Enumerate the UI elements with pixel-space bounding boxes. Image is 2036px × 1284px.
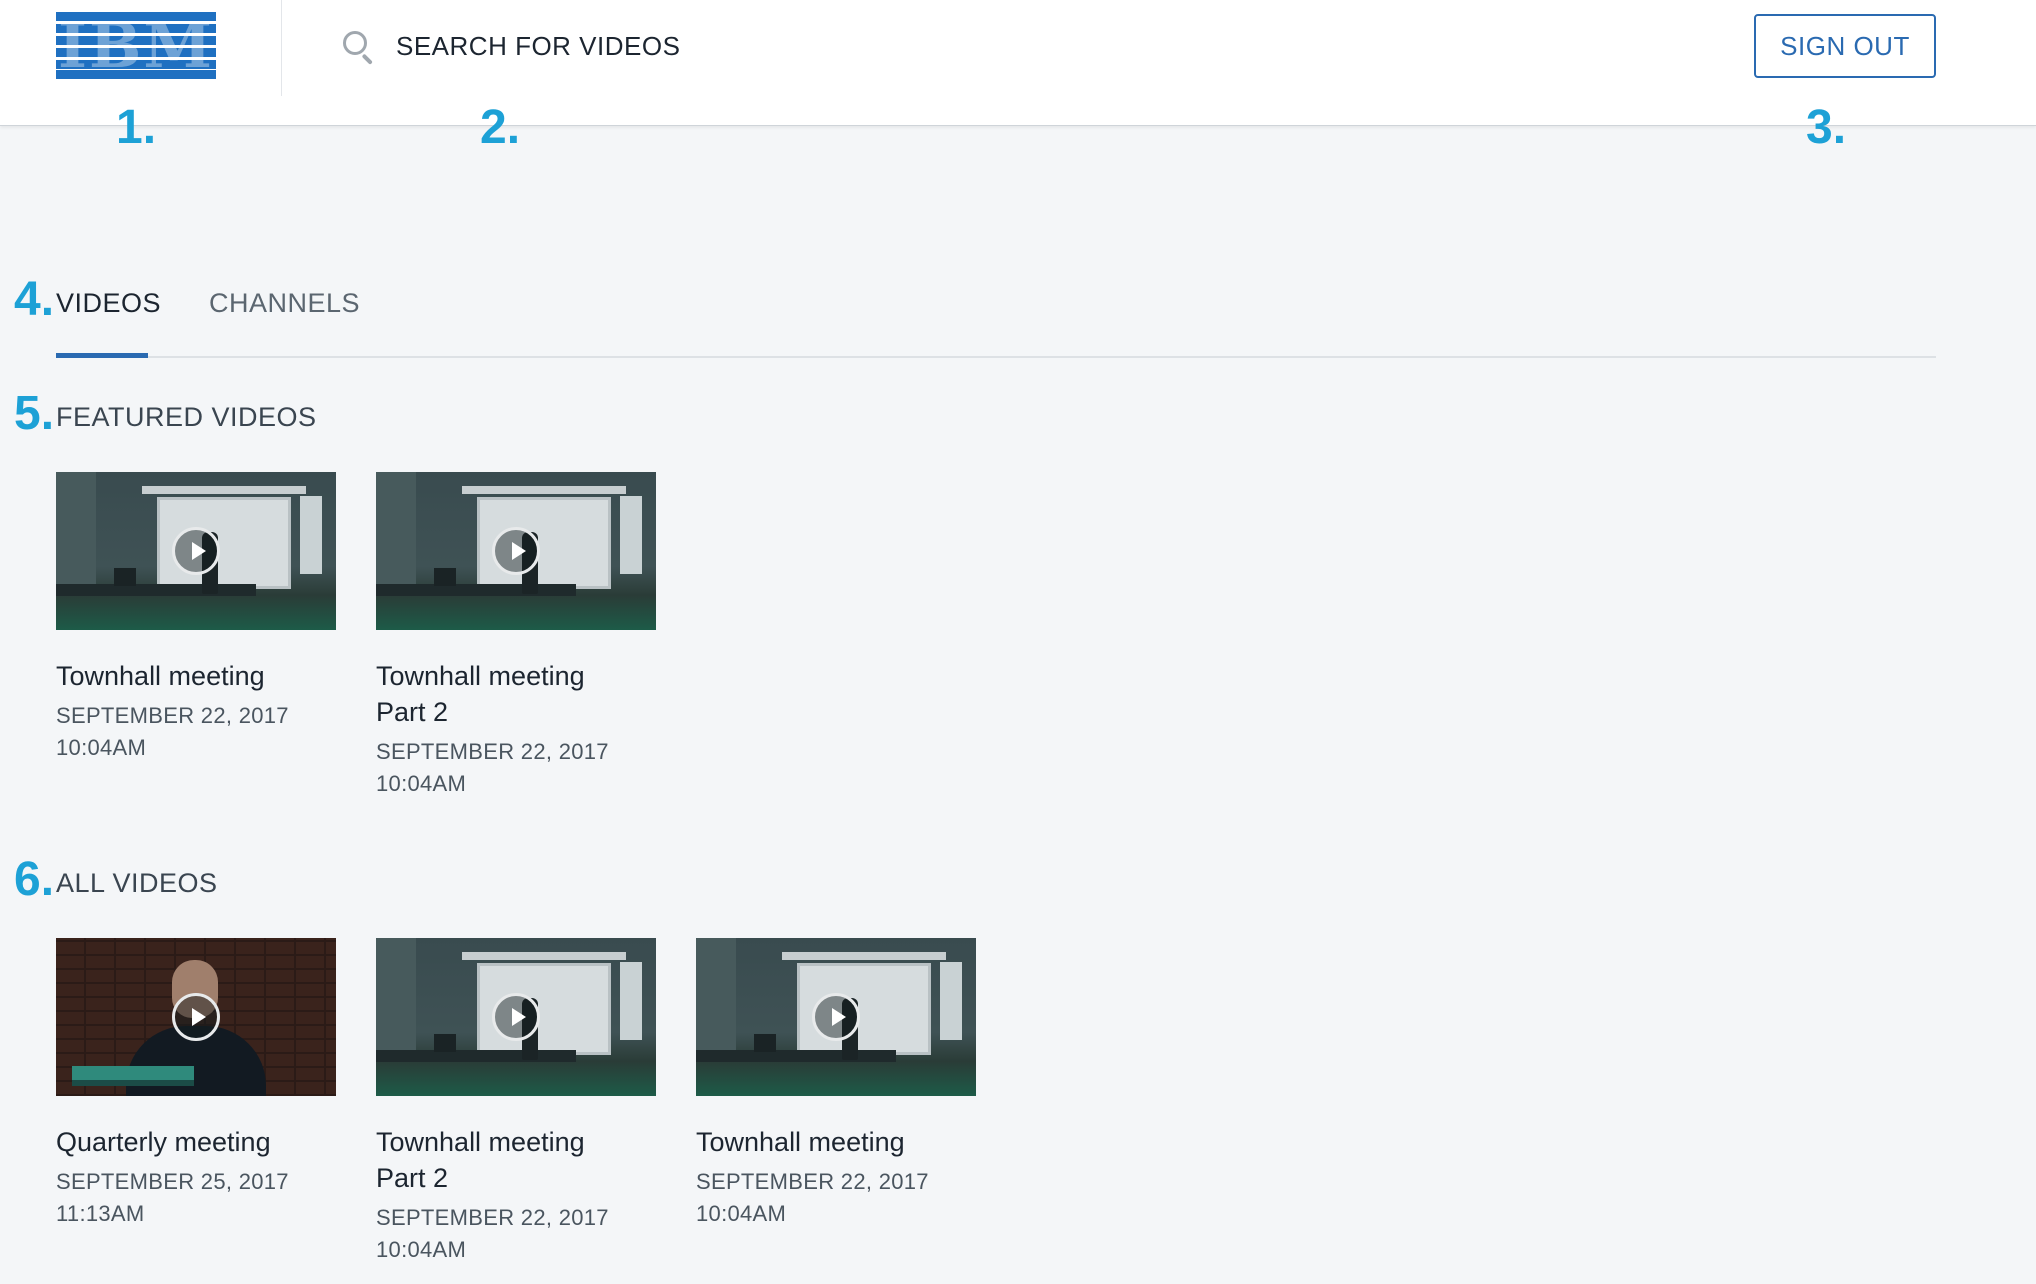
video-card[interactable]: Quarterly meeting SEPTEMBER 25, 2017 11:… [56,938,336,1230]
video-card[interactable]: Townhall meeting SEPTEMBER 22, 2017 10:0… [56,472,336,764]
tab-channels[interactable]: CHANNELS [209,288,360,319]
ibm-logo[interactable]: IBM [56,9,216,82]
video-date: SEPTEMBER 22, 2017 10:04AM [696,1166,936,1230]
sign-out-button[interactable]: SIGN OUT [1754,14,1936,78]
video-date: SEPTEMBER 22, 2017 10:04AM [376,1202,616,1266]
featured-videos-heading: FEATURED VIDEOS [56,402,317,432]
all-videos-heading: ALL VIDEOS [56,868,218,898]
active-tab-indicator [56,353,148,358]
video-date: SEPTEMBER 22, 2017 10:04AM [376,736,616,800]
video-thumbnail[interactable] [56,472,336,630]
video-title[interactable]: Townhall meeting Part 2 [376,658,616,730]
play-icon[interactable] [492,527,540,575]
video-date: SEPTEMBER 25, 2017 11:13AM [56,1166,296,1230]
search-input[interactable] [396,30,996,62]
video-time-text: 10:04AM [696,1201,787,1226]
annotation-1: 1. [116,101,157,154]
annotation-5: 5. [14,387,55,440]
video-thumbnail[interactable] [56,938,336,1096]
video-date-text: SEPTEMBER 22, 2017 [696,1169,929,1194]
video-thumbnail[interactable] [376,938,656,1096]
video-time-text: 11:13AM [56,1201,145,1226]
video-date-text: SEPTEMBER 25, 2017 [56,1169,289,1194]
video-card[interactable]: Townhall meeting Part 2 SEPTEMBER 22, 20… [376,938,656,1266]
play-icon[interactable] [812,993,860,1041]
play-icon[interactable] [172,527,220,575]
play-icon[interactable] [172,993,220,1041]
search-bar[interactable] [340,26,996,66]
video-card[interactable]: Townhall meeting SEPTEMBER 22, 2017 10:0… [696,938,976,1230]
video-title[interactable]: Quarterly meeting [56,1124,296,1160]
video-title[interactable]: Townhall meeting [56,658,296,694]
annotation-2: 2. [480,101,521,154]
video-time-text: 10:04AM [376,1237,467,1262]
annotation-6: 6. [14,853,55,906]
logo-wordmark: IBM [57,9,215,82]
video-thumbnail[interactable] [376,472,656,630]
search-icon[interactable] [340,28,376,65]
video-card[interactable]: Townhall meeting Part 2 SEPTEMBER 22, 20… [376,472,656,800]
tab-videos[interactable]: VIDEOS [56,288,161,319]
top-header: IBM SIGN OUT [0,0,2036,126]
header-divider [281,0,282,96]
video-title[interactable]: Townhall meeting Part 2 [376,1124,616,1196]
video-title[interactable]: Townhall meeting [696,1124,936,1160]
video-time-text: 10:04AM [376,771,467,796]
video-time-text: 10:04AM [56,735,147,760]
video-thumbnail[interactable] [696,938,976,1096]
video-date: SEPTEMBER 22, 2017 10:04AM [56,700,296,764]
annotation-3: 3. [1806,101,1847,154]
video-date-text: SEPTEMBER 22, 2017 [376,1205,609,1230]
annotation-4: 4. [14,273,55,326]
video-date-text: SEPTEMBER 22, 2017 [56,703,289,728]
tab-bar: VIDEOS CHANNELS [56,280,1936,358]
play-icon[interactable] [492,993,540,1041]
video-date-text: SEPTEMBER 22, 2017 [376,739,609,764]
